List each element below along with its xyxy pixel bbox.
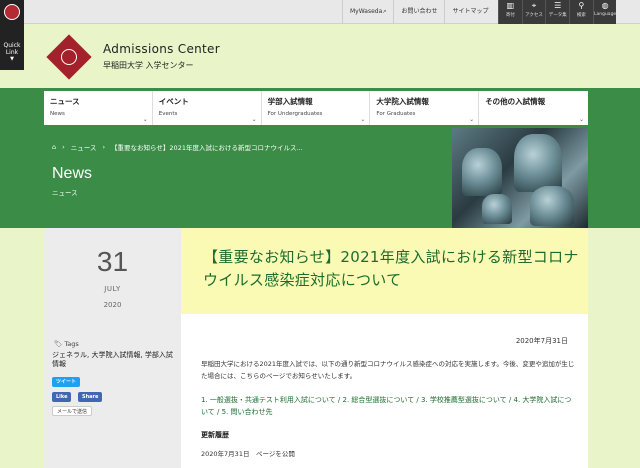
post-paragraph: 早稲田大学における2021年度入試では、以下の通り新型コロナウイルス感染症への対… — [201, 360, 575, 380]
history-item: 2020年7月31日 ページを公開 — [201, 450, 295, 458]
sitemap-link[interactable]: サイトマップ — [444, 0, 495, 24]
chevron-down-icon: ⌄ — [469, 116, 475, 123]
logo-emblem-icon — [61, 49, 77, 65]
quick-link-button[interactable]: Quick Link ▼ — [0, 0, 24, 70]
nav-item-news[interactable]: ニュース News ⌄ — [44, 91, 153, 125]
tag-icon: 🏷 — [54, 340, 63, 348]
building-icon: ▥ — [506, 1, 515, 10]
nav-label: 大学院入試情報 — [376, 97, 429, 106]
post-day: 31 — [96, 246, 129, 277]
section-title: News — [52, 165, 93, 182]
nav-label: ニュース — [50, 97, 80, 106]
mywaseda-label: MyWaseda — [350, 8, 383, 15]
data-label: データ集 — [548, 13, 567, 18]
university-seal-icon — [4, 4, 20, 20]
nav-item-events[interactable]: イベント Events ⌄ — [153, 91, 262, 125]
search-icon: ⚲ — [578, 1, 585, 10]
email-share-button[interactable]: メールで送信 — [52, 406, 93, 416]
nav-item-undergraduates[interactable]: 学部入試情報 For Undergraduates ⌄ — [262, 91, 371, 125]
chevron-down-icon: ▼ — [10, 56, 14, 62]
language-label: Language — [593, 12, 617, 17]
contact-link[interactable]: お問い合わせ — [393, 0, 444, 24]
site-title[interactable]: Admissions Center — [103, 42, 220, 56]
post-date: 2020年7月31日 — [515, 337, 568, 345]
nav-label: イベント — [158, 97, 189, 106]
nav-item-other[interactable]: その他の入試情報 ⌄ — [479, 91, 588, 125]
breadcrumb-news[interactable]: ニュース — [71, 142, 97, 152]
nav-label: 学部入試情報 — [267, 97, 313, 106]
nav-label: その他の入試情報 — [485, 97, 546, 106]
tweet-button[interactable]: ツイート — [52, 377, 81, 387]
globe-icon: ◍ — [601, 1, 609, 10]
chevron-down-icon: ⌄ — [251, 116, 257, 123]
breadcrumb-separator: › — [102, 143, 106, 151]
site-logo[interactable] — [44, 32, 94, 82]
search-label: 検索 — [576, 13, 586, 18]
top-icon-links: ▥ 寄付 ⌖ アクセス ☰ データ集 ⚲ 検索 ◍ Language — [498, 0, 617, 24]
home-icon[interactable]: ⌂ — [52, 143, 56, 151]
donation-link[interactable]: ▥ 寄付 — [498, 0, 522, 24]
search-button[interactable]: ⚲ 検索 — [569, 0, 593, 24]
post-meta-column: 31 JULY 2020 🏷 Tags ジェネラル, 大学院入試情報, 学部入試… — [44, 228, 181, 468]
post-title-box: 【重要なお知らせ】2021年度入試における新型コロナウイルス感染症対応について — [181, 228, 588, 314]
chevron-down-icon: ⌄ — [142, 116, 148, 123]
nav-sublabel: For Undergraduates — [267, 111, 323, 117]
breadcrumb: ⌂ › ニュース › 【重要なお知らせ】2021年度入試における新型コロナウイル… — [52, 142, 309, 152]
breadcrumb-separator: › — [62, 143, 65, 151]
post-month: JULY — [104, 285, 121, 293]
breadcrumb-current: 【重要なお知らせ】2021年度入試における新型コロナウイルス... — [111, 144, 303, 152]
data-link[interactable]: ☰ データ集 — [545, 0, 570, 24]
history-heading: 更新履歴 — [201, 431, 229, 439]
mywaseda-link[interactable]: MyWaseda↗ — [342, 0, 393, 24]
site-subtitle: 早稲田大学 入学センター — [103, 61, 194, 70]
top-utility-bar: MyWaseda↗ お問い合わせ サイトマップ ▥ 寄付 ⌖ アクセス ☰ データ集 … — [0, 0, 640, 24]
quick-link-label: Quick Link — [3, 42, 21, 56]
external-link-icon: ↗ — [382, 9, 387, 15]
tags-heading: 🏷 Tags — [54, 340, 79, 348]
nav-item-graduates[interactable]: 大学院入試情報 For Graduates ⌄ — [370, 91, 480, 125]
map-pin-icon: ⌖ — [531, 1, 537, 10]
nav-sublabel: News — [50, 111, 65, 117]
facebook-share-button[interactable]: Share — [78, 392, 103, 402]
chevron-down-icon: ⌄ — [360, 116, 366, 123]
section-subtitle: ニュース — [52, 189, 78, 197]
donation-label: 寄付 — [505, 13, 515, 18]
nav-sublabel: Events — [158, 111, 178, 117]
post-anchor-links[interactable]: 1. 一般選抜・共通テスト利用入試について / 2. 総合型選抜について / 3… — [201, 394, 576, 418]
tags-list[interactable]: ジェネラル, 大学院入試情報, 学部入試情報 — [52, 351, 174, 369]
chevron-down-icon: ⌄ — [578, 116, 584, 123]
database-icon: ☰ — [554, 1, 562, 10]
post-year: 2020 — [103, 301, 122, 309]
access-label: アクセス — [525, 13, 543, 18]
language-button[interactable]: ◍ Language — [592, 0, 617, 24]
facebook-like-button[interactable]: Like — [52, 392, 72, 402]
post-title: 【重要なお知らせ】2021年度入試における新型コロナウイルス感染症対応について — [203, 248, 579, 289]
top-links: MyWaseda↗ お問い合わせ サイトマップ — [342, 0, 496, 24]
nav-sublabel: For Graduates — [376, 111, 416, 117]
tags-label: Tags — [64, 340, 79, 348]
post-body: 2020年7月31日 早稲田大学における2021年度入試では、以下の通り新型コロ… — [181, 314, 588, 468]
access-link[interactable]: ⌖ アクセス — [521, 0, 546, 24]
main-nav: ニュース News ⌄ イベント Events ⌄ 学部入試情報 For Undergra… — [44, 91, 588, 125]
hero-bells-image — [452, 128, 588, 228]
